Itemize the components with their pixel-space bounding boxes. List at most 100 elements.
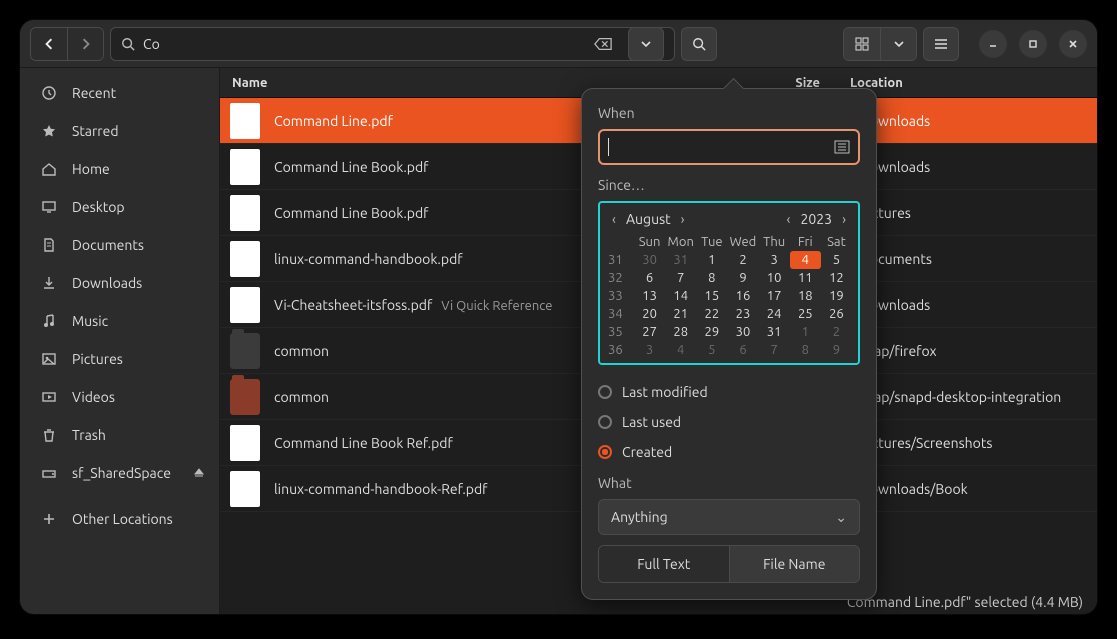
calendar-header: ‹ August › ‹ 2023 › — [606, 209, 852, 233]
year-label[interactable]: 2023 — [800, 211, 832, 227]
file-subtitle: Vi Quick Reference — [438, 299, 552, 313]
calendar-day[interactable]: 19 — [821, 287, 852, 305]
calendar-day[interactable]: 23 — [727, 305, 758, 323]
week-number: 32 — [606, 269, 634, 287]
calendar-day[interactable]: 27 — [634, 323, 665, 341]
forward-button[interactable] — [67, 28, 103, 60]
calendar-day[interactable]: 30 — [727, 323, 758, 341]
close-button[interactable] — [1059, 30, 1087, 58]
radio-dot — [598, 415, 612, 429]
calendar-day[interactable]: 8 — [790, 341, 821, 359]
calendar-day[interactable]: 22 — [696, 305, 727, 323]
clear-search-icon[interactable] — [594, 37, 612, 51]
sidebar-item-recent[interactable]: Recent — [20, 74, 219, 112]
calendar-day[interactable]: 3 — [759, 251, 790, 269]
calendar-day[interactable]: 9 — [821, 341, 852, 359]
calendar-day[interactable]: 7 — [759, 341, 790, 359]
calendar-day[interactable]: 30 — [634, 251, 665, 269]
file-thumbnail — [230, 241, 260, 277]
sidebar-item-sf-sharedspace[interactable]: sf_SharedSpace — [20, 454, 219, 492]
sidebar-item-starred[interactable]: Starred — [20, 112, 219, 150]
when-radio-last-modified[interactable]: Last modified — [598, 377, 860, 407]
calendar-day[interactable]: 8 — [696, 269, 727, 287]
sidebar-item-label: Music — [72, 313, 108, 329]
calendar-day[interactable]: 5 — [696, 341, 727, 359]
sidebar-item-music[interactable]: Music — [20, 302, 219, 340]
calendar-day[interactable]: 7 — [665, 269, 696, 287]
back-button[interactable] — [31, 28, 67, 60]
next-month-button[interactable]: › — [677, 209, 689, 229]
calendar-day[interactable]: 14 — [665, 287, 696, 305]
dow-label: Sun — [634, 233, 665, 251]
month-label[interactable]: August — [626, 211, 671, 227]
search-bar[interactable] — [110, 27, 675, 61]
calendar-day[interactable]: 1 — [790, 323, 821, 341]
calendar-day[interactable]: 31 — [665, 251, 696, 269]
desktop-icon — [40, 199, 58, 215]
home-icon — [40, 161, 58, 177]
calendar-day[interactable]: 31 — [759, 323, 790, 341]
minimize-button[interactable] — [979, 30, 1007, 58]
sidebar-item-label: Downloads — [72, 275, 142, 291]
view-options-button[interactable] — [880, 28, 916, 60]
calendar-day[interactable]: 15 — [696, 287, 727, 305]
column-location[interactable]: Location — [840, 76, 1097, 90]
sidebar-item-other-locations[interactable]: Other Locations — [20, 500, 219, 538]
sidebar-item-pictures[interactable]: Pictures — [20, 340, 219, 378]
full-text-tab[interactable]: Full Text — [599, 546, 729, 582]
when-radio-created[interactable]: Created — [598, 437, 860, 467]
prev-year-button[interactable]: ‹ — [783, 209, 795, 229]
maximize-button[interactable] — [1019, 30, 1047, 58]
file-thumbnail — [230, 471, 260, 507]
calendar[interactable]: ‹ August › ‹ 2023 › SunMonTueWedThuFriSa… — [598, 201, 860, 365]
calendar-day[interactable]: 17 — [759, 287, 790, 305]
calendar-day[interactable]: 10 — [759, 269, 790, 287]
calendar-day[interactable]: 21 — [665, 305, 696, 323]
calendar-day[interactable]: 13 — [634, 287, 665, 305]
when-input[interactable] — [598, 129, 860, 165]
calendar-day[interactable]: 3 — [634, 341, 665, 359]
search-input[interactable] — [143, 36, 586, 52]
calendar-day[interactable]: 24 — [759, 305, 790, 323]
calendar-day[interactable]: 28 — [665, 323, 696, 341]
sidebar-item-documents[interactable]: Documents — [20, 226, 219, 264]
calendar-day[interactable]: 1 — [696, 251, 727, 269]
calendar-day[interactable]: 12 — [821, 269, 852, 287]
calendar-day[interactable]: 6 — [727, 341, 758, 359]
calendar-day[interactable]: 2 — [727, 251, 758, 269]
sidebar-item-desktop[interactable]: Desktop — [20, 188, 219, 226]
search-again-button[interactable] — [681, 27, 717, 61]
file-thumbnail — [230, 149, 260, 185]
hamburger-menu-button[interactable] — [923, 27, 959, 61]
sidebar-item-home[interactable]: Home — [20, 150, 219, 188]
prev-month-button[interactable]: ‹ — [608, 209, 620, 229]
calendar-day[interactable]: 25 — [790, 305, 821, 323]
calendar-day[interactable]: 6 — [634, 269, 665, 287]
icon-view-button[interactable] — [844, 28, 880, 60]
when-radio-last-used[interactable]: Last used — [598, 407, 860, 437]
calendar-day[interactable]: 16 — [727, 287, 758, 305]
calendar-day[interactable]: 18 — [790, 287, 821, 305]
calendar-day[interactable]: 29 — [696, 323, 727, 341]
header-bar — [20, 20, 1097, 68]
calendar-day[interactable]: 20 — [634, 305, 665, 323]
week-number: 35 — [606, 323, 634, 341]
calendar-day[interactable]: 4 — [665, 341, 696, 359]
calendar-day[interactable]: 2 — [821, 323, 852, 341]
calendar-day[interactable]: 4 — [790, 251, 821, 269]
file-name-tab[interactable]: File Name — [729, 546, 860, 582]
eject-icon[interactable] — [193, 467, 205, 479]
calendar-day[interactable]: 26 — [821, 305, 852, 323]
date-list-icon[interactable] — [834, 140, 850, 154]
sidebar-item-videos[interactable]: Videos — [20, 378, 219, 416]
calendar-day[interactable]: 5 — [821, 251, 852, 269]
sidebar-item-label: Desktop — [72, 199, 125, 215]
what-dropdown[interactable]: Anything ⌄ — [598, 499, 860, 535]
search-options-toggle[interactable] — [628, 27, 664, 61]
sidebar-item-trash[interactable]: Trash — [20, 416, 219, 454]
sidebar-item-downloads[interactable]: Downloads — [20, 264, 219, 302]
next-year-button[interactable]: › — [838, 209, 850, 229]
calendar-day[interactable]: 9 — [727, 269, 758, 287]
radio-label: Created — [622, 444, 672, 460]
calendar-day[interactable]: 11 — [790, 269, 821, 287]
